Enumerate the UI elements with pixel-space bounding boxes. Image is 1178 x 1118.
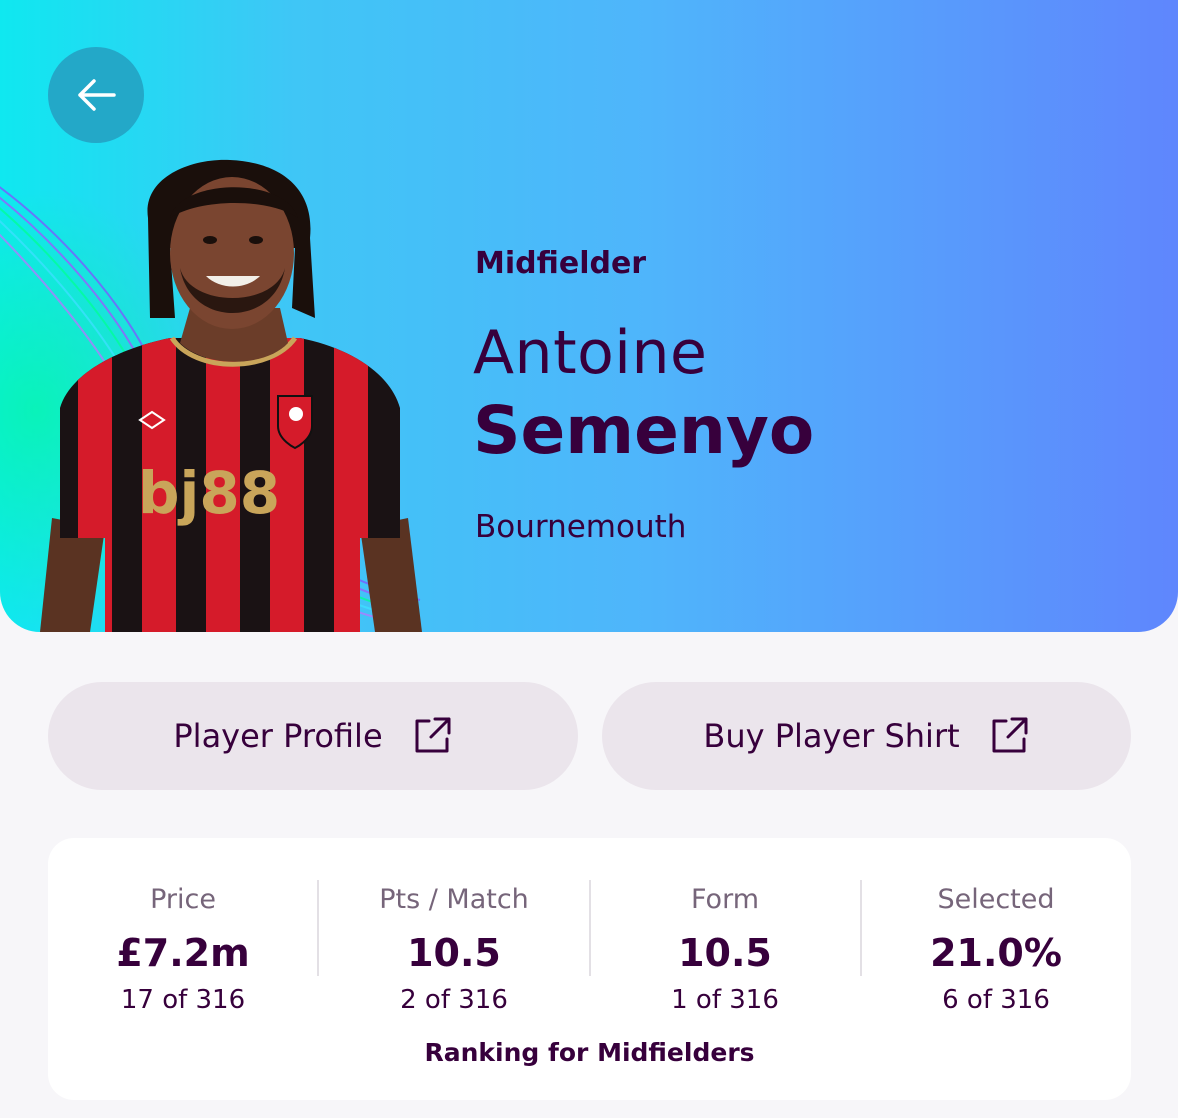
stat-form: Form 10.5 1 of 316 xyxy=(590,878,860,1020)
stat-value: £7.2m xyxy=(116,931,250,975)
player-last-name: Semenyo xyxy=(473,392,815,469)
ranking-caption: Ranking for Midfielders xyxy=(424,1038,755,1067)
stat-value: 10.5 xyxy=(407,931,501,975)
stat-label: Form xyxy=(690,884,759,915)
buy-player-shirt-label: Buy Player Shirt xyxy=(703,717,960,755)
stat-value: 10.5 xyxy=(678,931,772,975)
stats-card: Price £7.2m 17 of 316 Pts / Match 10.5 2… xyxy=(48,838,1131,1100)
stat-label: Selected xyxy=(937,884,1055,915)
player-first-name: Antoine xyxy=(473,318,708,388)
player-hero: bj88 Midfielder Antoine Semenyo Bournemo… xyxy=(0,0,1178,632)
arrow-left-icon xyxy=(78,79,116,111)
player-profile-button[interactable]: Player Profile xyxy=(48,682,578,790)
buy-player-shirt-button[interactable]: Buy Player Shirt xyxy=(602,682,1131,790)
stat-rank: 17 of 316 xyxy=(120,985,246,1015)
stat-label: Price xyxy=(150,884,216,915)
back-button[interactable] xyxy=(48,47,144,143)
external-link-icon xyxy=(415,717,451,753)
player-position: Midfielder xyxy=(475,246,647,281)
stat-selected: Selected 21.0% 6 of 316 xyxy=(861,878,1131,1020)
stat-rank: 6 of 316 xyxy=(942,985,1050,1015)
player-team: Bournemouth xyxy=(475,509,687,545)
stat-price: Price £7.2m 17 of 316 xyxy=(48,878,318,1020)
player-profile-label: Player Profile xyxy=(173,717,383,755)
stat-rank: 1 of 316 xyxy=(671,985,779,1015)
svg-text:bj88: bj88 xyxy=(138,459,280,527)
stat-rank: 2 of 316 xyxy=(400,985,508,1015)
player-photo: bj88 xyxy=(40,159,422,632)
stat-points-per-match: Pts / Match 10.5 2 of 316 xyxy=(319,878,589,1020)
stat-value: 21.0% xyxy=(930,931,1062,975)
external-link-icon xyxy=(992,717,1028,753)
stat-label: Pts / Match xyxy=(379,884,529,915)
